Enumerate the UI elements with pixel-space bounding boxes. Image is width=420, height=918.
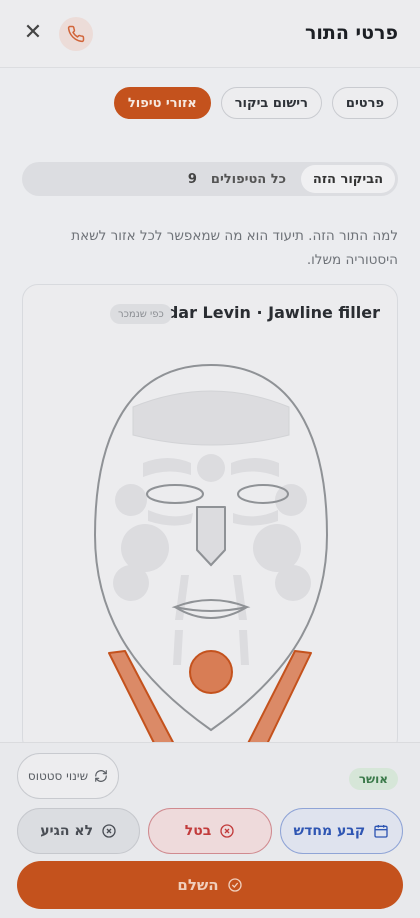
treatment-card: Hadar Levin · Jawline filler כפי שנמכר	[22, 284, 398, 754]
page-title: פרטי התור	[304, 22, 398, 44]
tab-details[interactable]: פרטים	[331, 87, 398, 119]
cheek-left-zone	[121, 524, 169, 572]
description-text: למה התור הזה. תיעוד הוא מה שמאפשר לכל אז…	[71, 228, 398, 268]
midcheek-left-zone	[113, 565, 149, 601]
tab-treatment-areas[interactable]: אזורי טיפול	[113, 87, 211, 119]
jawline-right-zone	[241, 650, 312, 753]
x-circle-icon	[102, 824, 116, 838]
jawline-left-zone	[108, 650, 180, 753]
cheek-right-zone	[253, 524, 301, 572]
reschedule-button[interactable]: קבע מחדש	[279, 808, 403, 854]
change-status-label: שינוי סטטוס	[27, 769, 89, 783]
tear-trough-left	[148, 510, 193, 526]
chin-zone	[189, 650, 233, 694]
temple-left-zone	[115, 484, 147, 516]
no-show-label: לא הגיע	[40, 823, 94, 839]
card-title: Hadar Levin · Jawline filler	[142, 303, 380, 322]
eye-left	[146, 484, 204, 504]
upper-lip	[171, 599, 251, 612]
forehead-zone	[132, 390, 290, 446]
refresh-icon	[95, 770, 107, 782]
brow-right-zone	[231, 458, 279, 477]
no-show-button[interactable]: לא הגיע	[17, 808, 141, 854]
calendar-icon	[374, 825, 388, 838]
change-status-button[interactable]: שינוי סטטוס	[17, 753, 119, 799]
check-circle-icon	[227, 878, 242, 892]
cancel-label: בטל	[184, 823, 212, 839]
close-icon[interactable]: ✕	[22, 22, 44, 44]
action-footer: אושר שינוי סטטוס לא הגיע בטל קבע מחדש הש…	[0, 742, 420, 918]
action-row: לא הגיע בטל קבע מחדש	[17, 808, 403, 854]
view-toggle: הביקור הזה כל הטיפולים 9	[22, 162, 398, 196]
reschedule-label: קבע מחדש	[293, 823, 366, 839]
segment-all-label: כל הטיפולים	[210, 171, 286, 187]
segment-this-visit[interactable]: הביקור הזה	[301, 165, 395, 193]
complete-label: השלם	[177, 876, 219, 894]
status-badge: אושר	[348, 768, 398, 790]
face-map	[93, 363, 329, 753]
tab-bar: פרטים רישום ביקור אזורי טיפול	[113, 87, 398, 119]
glabella-zone	[197, 454, 225, 482]
brow-left-zone	[143, 458, 191, 477]
complete-button[interactable]: השלם	[17, 861, 403, 909]
tear-trough-right	[233, 510, 278, 526]
segment-all-treatments[interactable]: כל הטיפולים 9	[188, 162, 286, 196]
nose-outline	[196, 506, 226, 566]
segment-all-count: 9	[187, 171, 197, 187]
header: פרטי התור ✕	[0, 0, 420, 68]
marionette-left-zone	[173, 630, 183, 665]
call-button[interactable]	[59, 17, 93, 51]
x-circle-icon	[220, 824, 234, 838]
marionette-right-zone	[239, 630, 249, 665]
phone-icon	[67, 25, 85, 43]
tab-visit-log[interactable]: רישום ביקור	[220, 87, 322, 119]
as-sold-badge: כפי שנמכר	[110, 304, 172, 324]
cancel-button[interactable]: בטל	[148, 808, 272, 854]
midcheek-right-zone	[275, 565, 311, 601]
